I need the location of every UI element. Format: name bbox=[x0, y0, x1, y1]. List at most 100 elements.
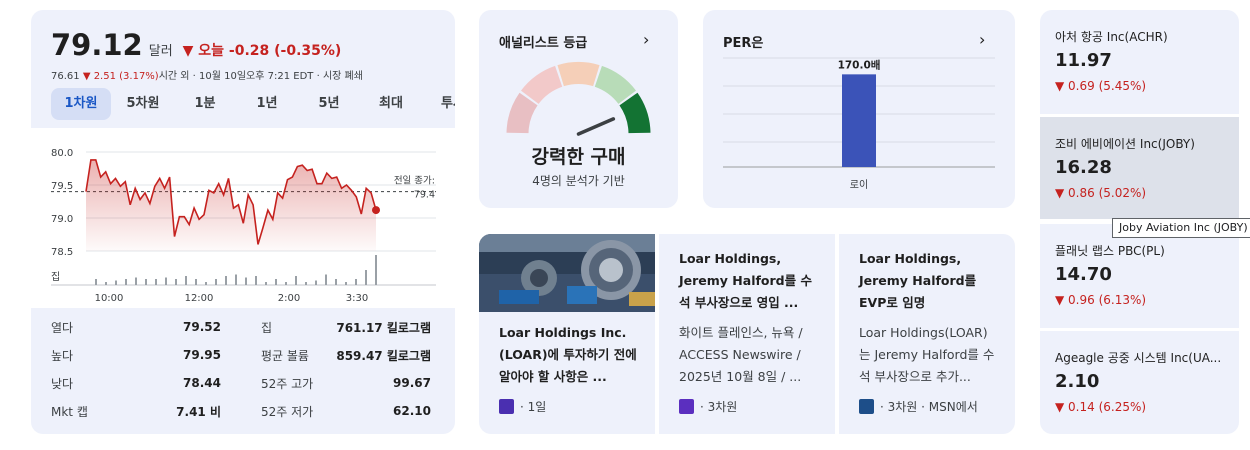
stock-change: ▼ 0.96 (6.13%) bbox=[1055, 293, 1147, 307]
tab-1d[interactable]: 1차원 bbox=[51, 88, 111, 120]
y-tick-label: 79.0 bbox=[51, 214, 73, 225]
stat-label: 높다 bbox=[51, 348, 74, 363]
volume-bar bbox=[145, 279, 147, 285]
stock-price: 11.97 bbox=[1055, 50, 1112, 71]
stat-label: Mkt 캡 bbox=[51, 404, 88, 419]
stats-table: 열다 79.52 집 761.17 킬로그램 높다 79.95 평균 볼륨 85… bbox=[51, 313, 431, 425]
volume-bar bbox=[115, 280, 117, 285]
price-chart[interactable]: 80.0 79.5 79.0 78.5 전일 종가: 79.4 집 10:00 12:00 2:0… bbox=[31, 128, 455, 308]
volume-bar bbox=[95, 279, 97, 285]
after-hours-change: ▼ 2.51 (3.17%) bbox=[82, 71, 159, 82]
stock-name: 플래닛 랩스 PBC(PL) bbox=[1055, 244, 1165, 258]
volume-bar bbox=[205, 282, 207, 285]
related-stock-card[interactable]: 조비 에비에이션 Inc(JOBY) 16.28 ▼ 0.86 (5.02%) bbox=[1040, 117, 1239, 219]
today-change: ▼ 오늘 -0.28 (-0.35%) bbox=[182, 43, 342, 59]
volume-bar bbox=[345, 282, 347, 285]
volume-bar bbox=[305, 282, 307, 285]
volume-bar bbox=[135, 277, 137, 285]
news-image bbox=[479, 234, 655, 312]
related-stock-card[interactable]: Ageagle 공중 시스템 Inc(UA... 2.10 ▼ 0.14 (6.… bbox=[1040, 331, 1239, 434]
volume-bar bbox=[245, 277, 247, 285]
stats-row: 높다 79.95 평균 볼륨 859.47 킬로그램 bbox=[51, 341, 431, 369]
stock-change: ▼ 0.14 (6.25%) bbox=[1055, 400, 1147, 414]
tab-1y[interactable]: 1년 bbox=[237, 88, 297, 120]
x-tick-label: 12:00 bbox=[185, 293, 214, 304]
y-tick-label: 80.0 bbox=[51, 148, 73, 159]
stat-value: 78.44 bbox=[183, 376, 221, 390]
tab-1m[interactable]: 1분 bbox=[175, 88, 235, 120]
stat-label: 열다 bbox=[51, 320, 74, 335]
volume-bar bbox=[105, 282, 107, 285]
volume-bar bbox=[215, 279, 217, 285]
stock-name: 조비 에비에이션 Inc(JOBY) bbox=[1055, 137, 1195, 151]
volume-bar bbox=[295, 276, 297, 285]
news-snippet: 화이트 플레인스, 뉴욕 / ACCESS Newswire / 2025년 1… bbox=[679, 325, 803, 384]
per-bar-label: 170.0배 bbox=[838, 58, 881, 71]
volume-bar bbox=[235, 274, 237, 285]
volume-bar bbox=[315, 280, 317, 285]
stock-name: Ageagle 공중 시스템 Inc(UA... bbox=[1055, 351, 1222, 365]
per-chart-svg: 170.0배로이 bbox=[723, 57, 995, 191]
stat-value: 79.52 bbox=[183, 320, 221, 334]
stat-value: 62.10 bbox=[393, 404, 431, 418]
rating-value: 강력한 구매 bbox=[531, 146, 626, 168]
price-chart-svg: 80.0 79.5 79.0 78.5 전일 종가: 79.4 집 10:00 12:00 2:0… bbox=[51, 148, 436, 304]
stock-price: 14.70 bbox=[1055, 264, 1112, 285]
stat-value: 99.67 bbox=[393, 376, 431, 390]
prev-close-label: 전일 종가: bbox=[394, 176, 435, 187]
volume-bar bbox=[265, 282, 267, 285]
related-stock-card[interactable]: 아처 항공 Inc(ACHR) 11.97 ▼ 0.69 (5.45%) bbox=[1040, 10, 1239, 114]
volume-bar bbox=[185, 276, 187, 285]
per-bar bbox=[842, 74, 876, 167]
gauge-segment bbox=[557, 61, 600, 87]
stat-label: 낮다 bbox=[51, 376, 74, 391]
news-title[interactable]: Loar Holdings, Jeremy Halford를 수석 부사장으로 … bbox=[679, 248, 819, 314]
news-title[interactable]: Loar Holdings Inc. (LOAR)에 투자하기 전에 알아야 할… bbox=[499, 322, 639, 388]
stock-change: ▼ 0.86 (5.02%) bbox=[1055, 186, 1147, 200]
tab-5y[interactable]: 5년 bbox=[299, 88, 359, 120]
per-card[interactable]: PER은 › 170.0배 로이 bbox=[703, 10, 1015, 208]
currency-label: 달러 bbox=[148, 44, 173, 59]
tab-invest[interactable]: 투사 bbox=[423, 88, 455, 120]
news-card[interactable]: Loar Holdings Inc. (LOAR)에 투자하기 전에 알아야 할… bbox=[479, 234, 655, 434]
tab-5d[interactable]: 5차원 bbox=[113, 88, 173, 120]
quote-card: 79.12 달러 ▼ 오늘 -0.28 (-0.35%) 76.61 ▼ 2.5… bbox=[31, 10, 455, 434]
hover-tooltip: Joby Aviation Inc (JOBY) bbox=[1112, 218, 1250, 238]
news-meta: · 3차원 bbox=[679, 398, 737, 415]
volume-bar bbox=[325, 274, 327, 285]
news-title[interactable]: Loar Holdings, Jeremy Halford를 EVP로 임명 bbox=[859, 248, 999, 314]
volume-bar bbox=[335, 279, 337, 285]
volume-bar bbox=[125, 279, 127, 285]
y-tick-label: 79.5 bbox=[51, 181, 73, 192]
volume-bar bbox=[275, 279, 277, 285]
gauge-needle bbox=[576, 117, 616, 136]
news-card[interactable]: Loar Holdings, Jeremy Halford를 수석 부사장으로 … bbox=[659, 234, 835, 434]
x-tick-label: 10:00 bbox=[95, 293, 124, 304]
stock-price: 16.28 bbox=[1055, 157, 1112, 178]
source-icon bbox=[679, 399, 694, 414]
stat-label: 집 bbox=[261, 320, 273, 335]
volume-bar bbox=[175, 279, 177, 285]
current-price: 79.12 bbox=[51, 28, 143, 62]
stock-name: 아처 항공 Inc(ACHR) bbox=[1055, 30, 1168, 44]
news-time: · 3차원 · MSN에서 bbox=[880, 400, 978, 414]
after-hours-label: 시간 외 · 10월 10일오후 7:21 EDT · 시장 폐쇄 bbox=[158, 71, 363, 82]
analyst-rating-card[interactable]: 애널리스트 등급 › 강력한 구매 4명의 분석가 기반 bbox=[479, 10, 678, 208]
stat-value: 761.17 킬로그램 bbox=[336, 320, 431, 335]
volume-bar bbox=[155, 279, 157, 285]
x-tick-label: 3:30 bbox=[346, 293, 368, 304]
range-tabs: 1차원 5차원 1분 1년 5년 최대 투사 bbox=[51, 88, 455, 120]
tab-max[interactable]: 최대 bbox=[361, 88, 421, 120]
volume-bar bbox=[355, 279, 357, 285]
prev-close-value: 79.4 bbox=[414, 190, 435, 201]
stat-value: 79.95 bbox=[183, 348, 221, 362]
news-time: · 1일 bbox=[520, 400, 547, 414]
volume-bar bbox=[375, 255, 377, 285]
news-card[interactable]: Loar Holdings, Jeremy Halford를 EVP로 임명 L… bbox=[839, 234, 1015, 434]
related-stock-card[interactable]: 플래닛 랩스 PBC(PL) 14.70 ▼ 0.96 (6.13%) bbox=[1040, 224, 1239, 328]
source-icon bbox=[499, 399, 514, 414]
stat-label: 52주 고가 bbox=[261, 376, 314, 391]
news-time: · 3차원 bbox=[700, 400, 738, 414]
per-category: 로이 bbox=[850, 179, 868, 191]
stats-row: 열다 79.52 집 761.17 킬로그램 bbox=[51, 313, 431, 341]
